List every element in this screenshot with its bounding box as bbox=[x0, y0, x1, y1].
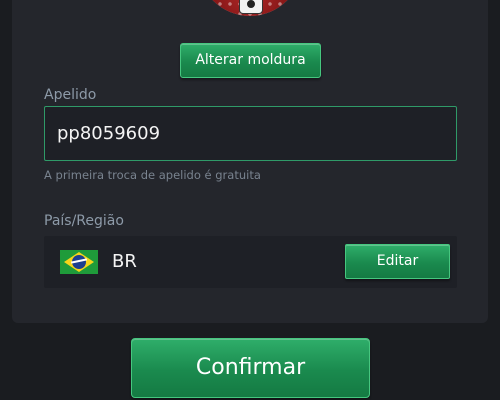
edit-country-button[interactable]: Editar bbox=[345, 244, 450, 279]
avatar[interactable] bbox=[198, 0, 302, 16]
confirm-button[interactable]: Confirmar bbox=[131, 338, 370, 398]
country-field: BR Editar bbox=[44, 236, 457, 288]
nickname-hint: A primeira troca de apelido é gratuita bbox=[44, 168, 261, 182]
change-frame-button[interactable]: Alterar moldura bbox=[180, 43, 321, 78]
profile-edit-screen: Alterar moldura Apelido A primeira troca… bbox=[0, 0, 500, 400]
nickname-label: Apelido bbox=[44, 87, 97, 103]
camera-icon[interactable] bbox=[239, 0, 263, 14]
country-code: BR bbox=[112, 251, 137, 272]
brazil-flag-icon bbox=[60, 250, 98, 274]
nickname-input[interactable] bbox=[44, 106, 457, 161]
country-label: País/Região bbox=[44, 213, 124, 229]
avatar-frame bbox=[198, 0, 302, 16]
